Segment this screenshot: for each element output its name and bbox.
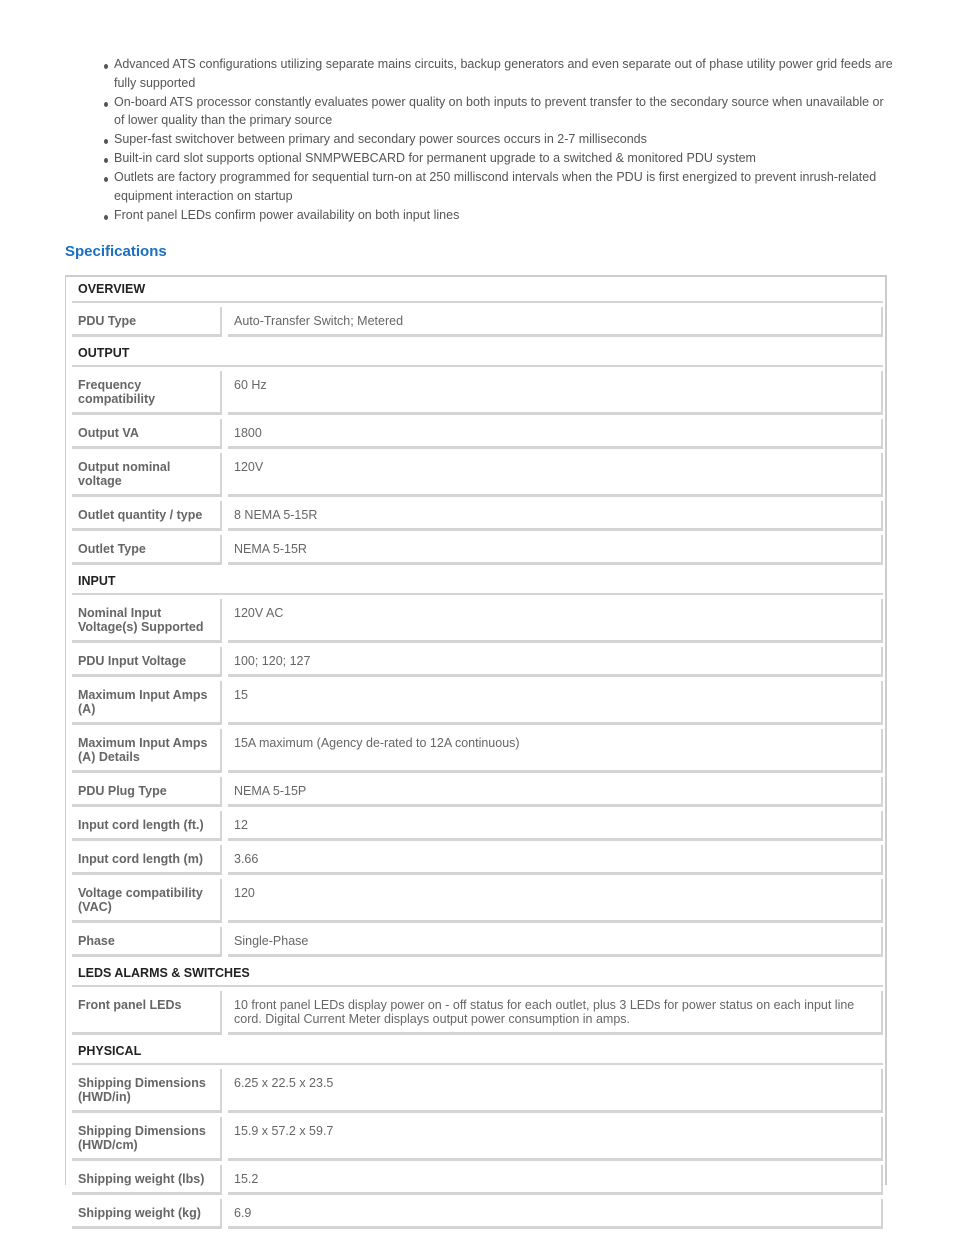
spec-row: Input cord length (ft.) 12 xyxy=(72,811,883,841)
spec-label: Shipping weight (kg) xyxy=(72,1199,222,1229)
spec-label: Shipping weight (lbs) xyxy=(72,1165,222,1195)
spec-value: 120 xyxy=(228,879,883,923)
spec-row: PDU Input Voltage 100; 120; 127 xyxy=(72,647,883,677)
bullet-icon xyxy=(104,101,108,107)
spec-label: Shipping Dimensions (HWD/cm) xyxy=(72,1117,222,1161)
spec-row: Output VA 1800 xyxy=(72,419,883,449)
spec-label: Shipping Dimensions (HWD/in) xyxy=(72,1069,222,1113)
spec-label: Output nominal voltage xyxy=(72,453,222,497)
spec-row: Nominal Input Voltage(s) Supported 120V A… xyxy=(72,599,883,643)
spec-value: 12 xyxy=(228,811,883,841)
spec-row: Shipping Dimensions (HWD/cm) 15.9 x 57.2 … xyxy=(72,1117,883,1161)
spec-row: PDU Type Auto-Transfer Switch; Metered xyxy=(72,307,883,337)
spec-value: Auto-Transfer Switch; Metered xyxy=(228,307,883,337)
spec-value: 8 NEMA 5-15R xyxy=(228,501,883,531)
spec-label: Outlet Type xyxy=(72,535,222,565)
bullet-icon xyxy=(104,64,108,69)
specifications-heading: Specifications xyxy=(65,243,167,260)
spec-label: PDU Input Voltage xyxy=(72,647,222,677)
feature-item: Super-fast switchover between primary an… xyxy=(103,130,893,149)
spec-label: Maximum Input Amps (A) Details xyxy=(72,729,222,773)
feature-text: Built-in card slot supports optional SNM… xyxy=(114,151,756,165)
feature-item: On-board ATS processor constantly evalua… xyxy=(103,93,893,130)
spec-group-header: PHYSICAL xyxy=(72,1039,883,1065)
feature-text: Advanced ATS configurations utilizing se… xyxy=(114,57,893,90)
specifications-table-container: OVERVIEW PDU Type Auto-Transfer Switch; Me… xyxy=(65,275,887,1229)
feature-item: Outlets are factory programmed for seque… xyxy=(103,168,893,205)
spec-label: Outlet quantity / type xyxy=(72,501,222,531)
spec-row: Shipping weight (lbs) 15.2 xyxy=(72,1165,883,1195)
spacer xyxy=(72,1229,883,1233)
feature-text: Super-fast switchover between primary an… xyxy=(114,132,647,146)
spec-value: 6.9 xyxy=(228,1199,883,1229)
spec-row: Input cord length (m) 3.66 xyxy=(72,845,883,875)
spec-group-title: OVERVIEW xyxy=(72,277,883,303)
feature-list: Advanced ATS configurations utilizing se… xyxy=(103,55,893,225)
spec-label: Frequency compatibility xyxy=(72,371,222,415)
feature-item: Front panel LEDs confirm power availabil… xyxy=(103,206,893,225)
spec-row: Maximum Input Amps (A) Details 15A maximu… xyxy=(72,729,883,773)
spacer-cell xyxy=(72,1229,883,1233)
spec-value: 1800 xyxy=(228,419,883,449)
spec-label: Phase xyxy=(72,927,222,957)
spec-value: 3.66 xyxy=(228,845,883,875)
spec-group-header: INPUT xyxy=(72,569,883,595)
spec-value: 15.2 xyxy=(228,1165,883,1195)
spec-row: Frequency compatibility 60 Hz xyxy=(72,371,883,415)
spec-label: Nominal Input Voltage(s) Supported xyxy=(72,599,222,643)
spec-label: Front panel LEDs xyxy=(72,991,222,1035)
bullet-icon xyxy=(104,139,108,144)
spec-row: Voltage compatibility (VAC) 120 xyxy=(72,879,883,923)
spec-label: Voltage compatibility (VAC) xyxy=(72,879,222,923)
spec-value: 6.25 x 22.5 x 23.5 xyxy=(228,1069,883,1113)
spec-row: Outlet quantity / type 8 NEMA 5-15R xyxy=(72,501,883,531)
bullet-icon xyxy=(104,158,108,163)
spec-row: Shipping weight (kg) 6.9 xyxy=(72,1199,883,1229)
feature-text: Front panel LEDs confirm power availabil… xyxy=(114,207,460,222)
spec-value: Single-Phase xyxy=(228,927,883,957)
spec-label: PDU Plug Type xyxy=(72,777,222,807)
spec-value: 10 front panel LEDs display power on - o… xyxy=(228,991,883,1035)
feature-text: On-board ATS processor constantly evalua… xyxy=(114,94,884,128)
spec-label: Maximum Input Amps (A) xyxy=(72,681,222,725)
spec-group-header: OUTPUT xyxy=(72,341,883,367)
spec-label: Input cord length (m) xyxy=(72,845,222,875)
spec-value: NEMA 5-15R xyxy=(228,535,883,565)
spec-value: 15 xyxy=(228,681,883,725)
specifications-table: OVERVIEW PDU Type Auto-Transfer Switch; Me… xyxy=(72,277,883,1233)
spec-row: Outlet Type NEMA 5-15R xyxy=(72,535,883,565)
bullet-icon xyxy=(104,177,108,182)
spec-group-title: INPUT xyxy=(72,569,883,595)
spec-group-title: PHYSICAL xyxy=(72,1039,883,1065)
spec-row: Shipping Dimensions (HWD/in) 6.25 x 22.5 … xyxy=(72,1069,883,1113)
spec-row: PDU Plug Type NEMA 5-15P xyxy=(72,777,883,807)
spec-row: Front panel LEDs 10 front panel LEDs disp… xyxy=(72,991,883,1035)
feature-text: Outlets are factory programmed for seque… xyxy=(114,170,877,203)
spec-group-title: OUTPUT xyxy=(72,341,883,367)
spec-value: 15.9 x 57.2 x 59.7 xyxy=(228,1117,883,1161)
spec-group-header: OVERVIEW xyxy=(72,277,883,303)
spec-label: Input cord length (ft.) xyxy=(72,811,222,841)
spec-value: NEMA 5-15P xyxy=(228,777,883,807)
spec-label: PDU Type xyxy=(72,307,222,337)
feature-item: Advanced ATS configurations utilizing se… xyxy=(103,55,893,92)
spec-row: Phase Single-Phase xyxy=(72,927,883,957)
spec-row: Output nominal voltage 120V xyxy=(72,453,883,497)
spec-value: 15A maximum (Agency de-rated to 12A cont… xyxy=(228,729,883,773)
feature-item: Built-in card slot supports optional SNM… xyxy=(103,149,893,168)
spec-value: 120V xyxy=(228,453,883,497)
spec-group-header: LEDS ALARMS & SWITCHES xyxy=(72,961,883,987)
spec-row: Maximum Input Amps (A) 15 xyxy=(72,681,883,725)
spec-value: 60 Hz xyxy=(228,371,883,415)
bullet-icon xyxy=(104,214,108,220)
spec-label: Output VA xyxy=(72,419,222,449)
spec-value: 120V AC xyxy=(228,599,883,643)
spec-group-title: LEDS ALARMS & SWITCHES xyxy=(72,961,883,987)
spec-value: 100; 120; 127 xyxy=(228,647,883,677)
